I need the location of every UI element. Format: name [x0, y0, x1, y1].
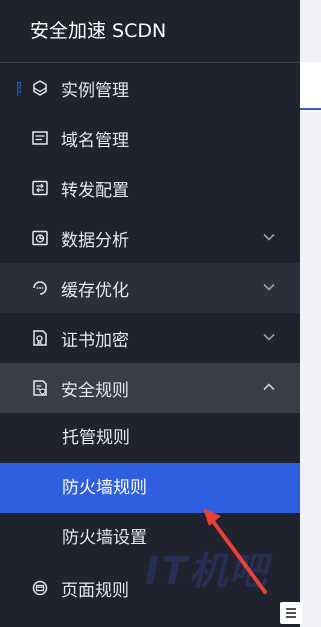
- menu-item-label: 数据分析: [61, 230, 129, 251]
- menu-item-label: 页面规则: [61, 580, 129, 601]
- menu-toggle-icon[interactable]: [280, 602, 302, 624]
- content-area: [300, 0, 321, 627]
- app-title: 安全加速 SCDN: [0, 0, 300, 63]
- cache-icon: [31, 279, 49, 297]
- page-rules-icon: [31, 579, 49, 597]
- security-rules-icon: [31, 379, 49, 397]
- tab-active-underline: [300, 108, 321, 110]
- submenu-item-managed-rules[interactable]: 托管规则: [0, 413, 300, 463]
- menu-item-label: 缓存优化: [61, 280, 129, 301]
- certificate-icon: [31, 329, 49, 347]
- menu-item-instances[interactable]: 实例管理: [0, 63, 300, 113]
- tab-firewall-rules[interactable]: 防: [16, 78, 21, 99]
- instance-icon: [31, 79, 49, 97]
- analytics-icon: [31, 229, 49, 247]
- chevron-down-icon[interactable]: [262, 230, 276, 244]
- menu-item-label: 域名管理: [61, 130, 129, 151]
- domain-icon: [31, 129, 49, 147]
- menu-item-certificates[interactable]: 证书加密: [0, 313, 300, 363]
- tab-bar: [300, 62, 321, 112]
- forward-icon: [31, 179, 49, 197]
- menu-item-security-rules[interactable]: 安全规则: [0, 363, 300, 413]
- chevron-down-icon[interactable]: [262, 280, 276, 294]
- menu-item-cache[interactable]: 缓存优化: [0, 263, 300, 313]
- menu-item-label: 证书加密: [61, 330, 129, 351]
- menu-item-label: 转发配置: [61, 180, 129, 201]
- menu-item-domains[interactable]: 域名管理: [0, 113, 300, 163]
- annotation-arrow-icon: [203, 508, 267, 594]
- chevron-down-icon[interactable]: [262, 330, 276, 344]
- menu-item-forwarding[interactable]: 转发配置: [0, 163, 300, 213]
- menu-item-analytics[interactable]: 数据分析: [0, 213, 300, 263]
- menu-item-label: 安全规则: [61, 380, 129, 401]
- chevron-up-icon[interactable]: [262, 380, 276, 394]
- menu-item-label: 实例管理: [61, 80, 129, 101]
